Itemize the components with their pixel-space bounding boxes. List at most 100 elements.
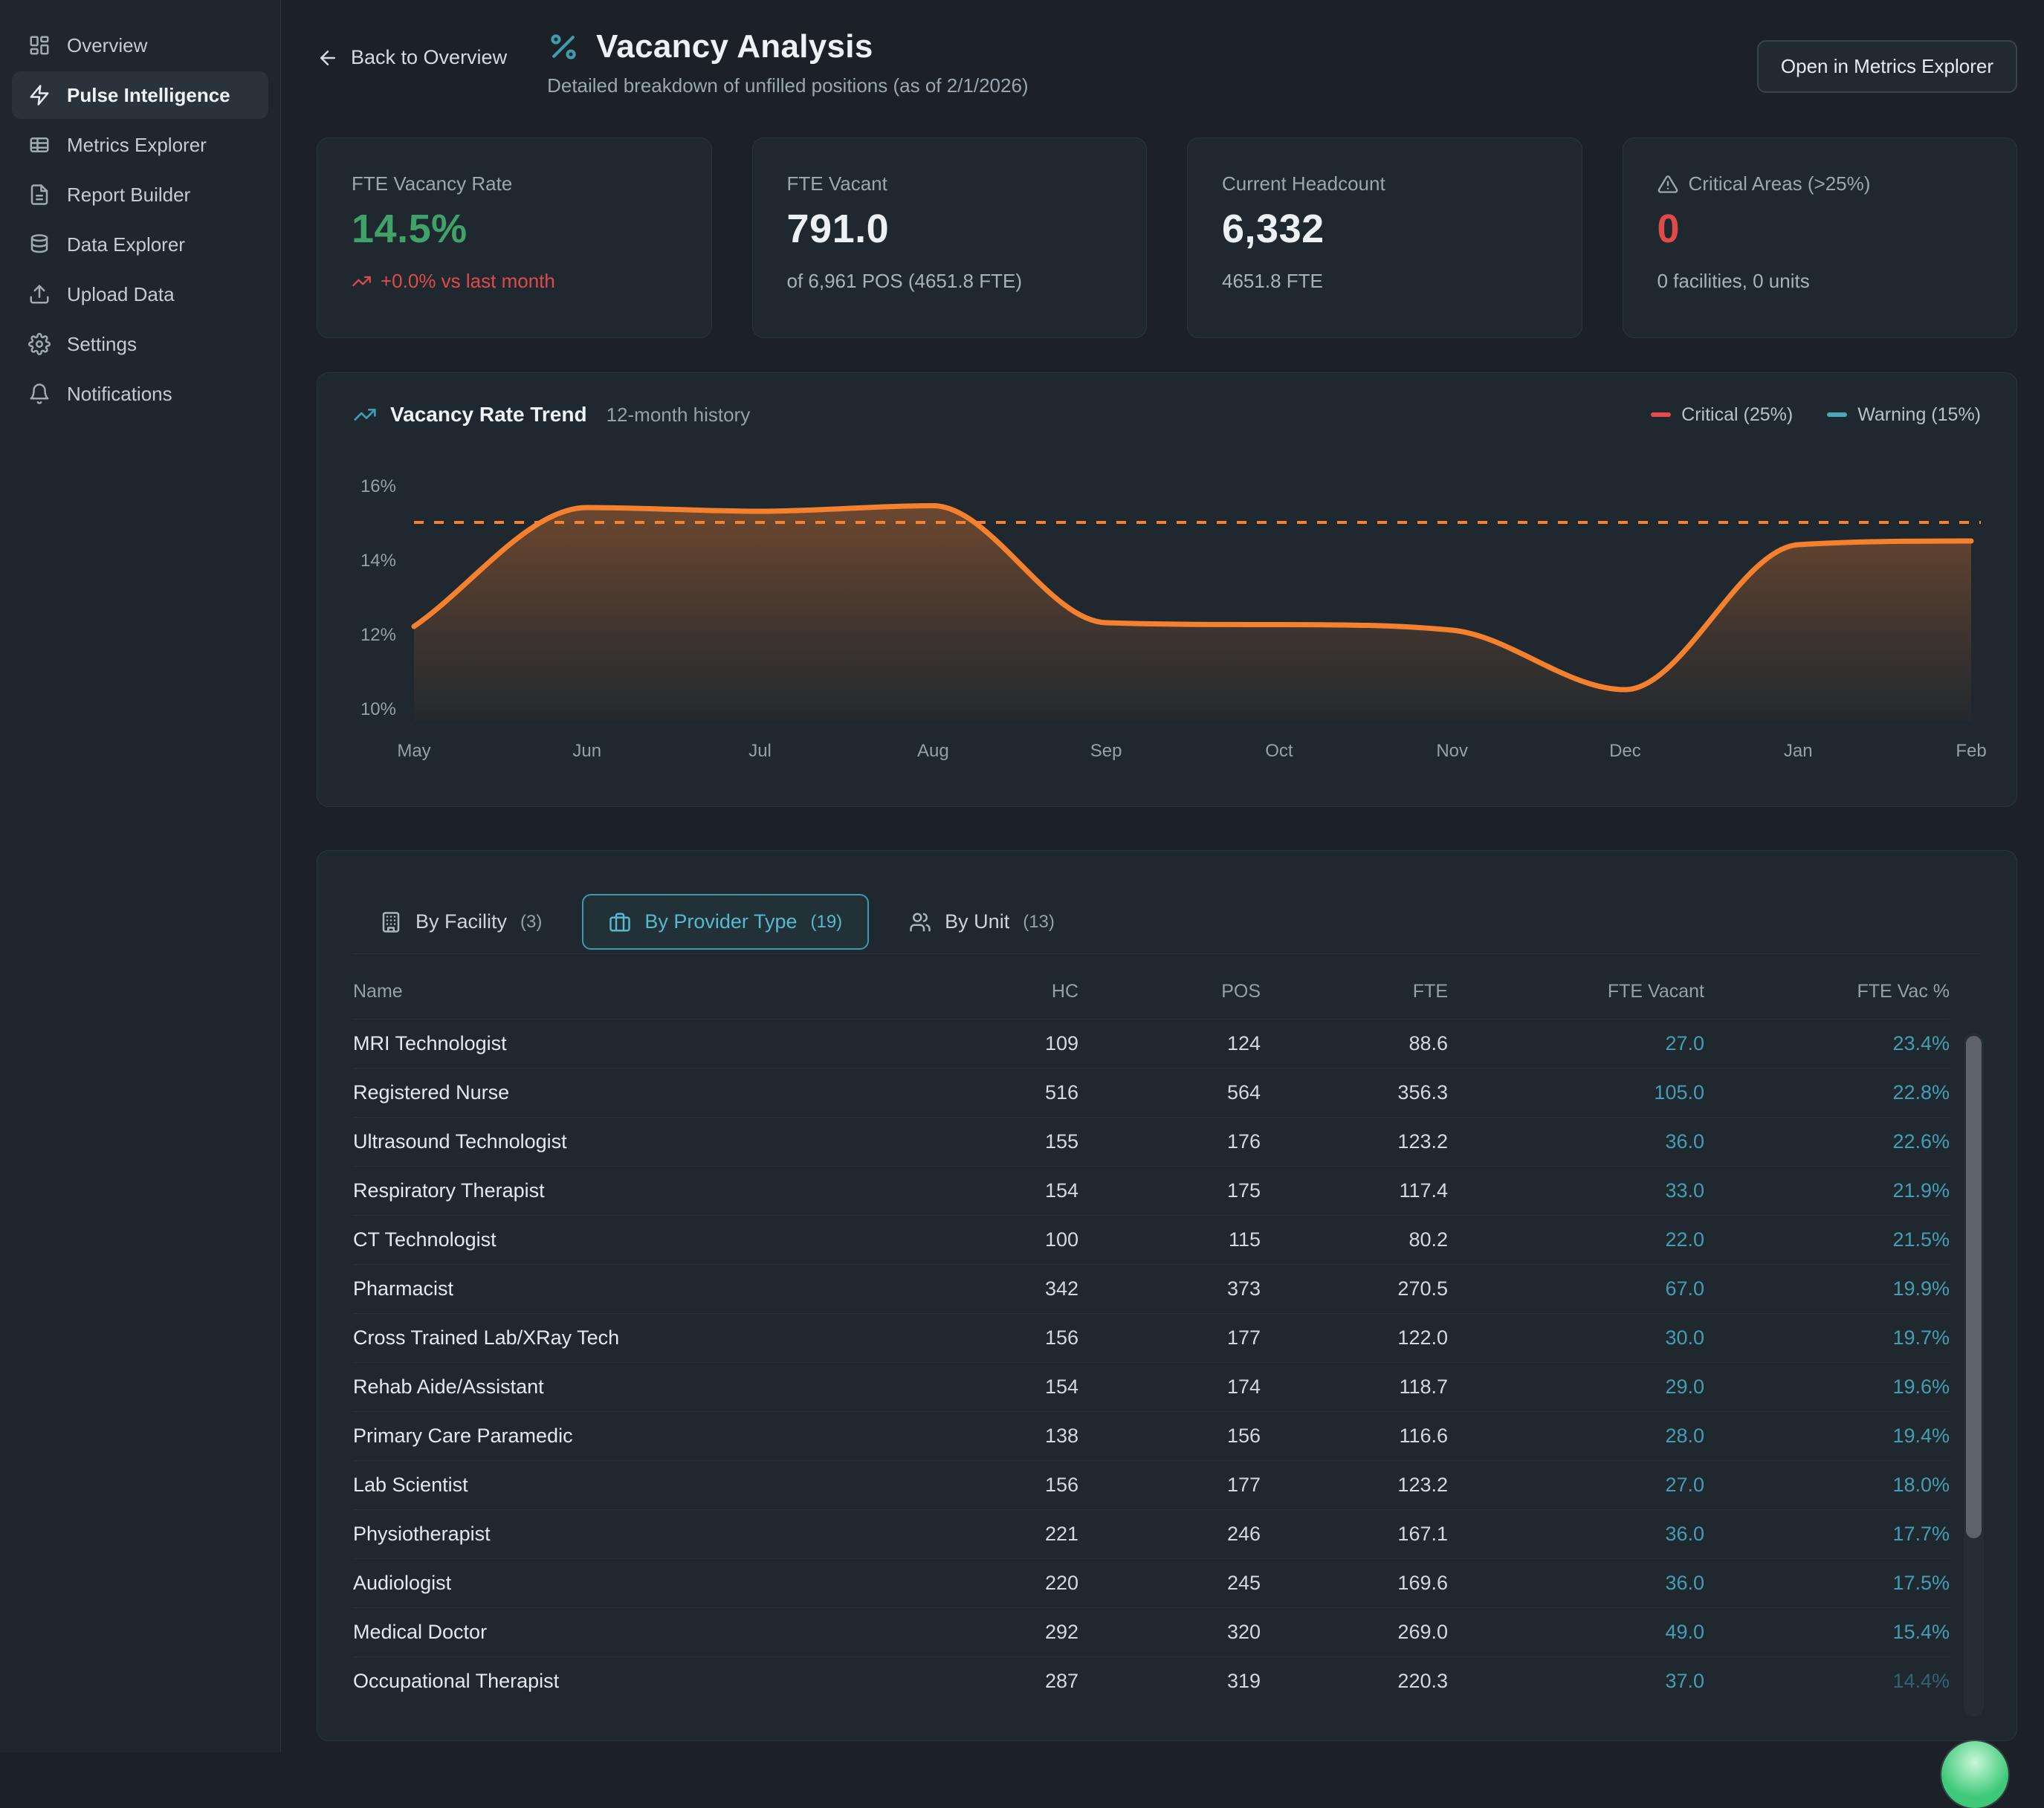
cell-name: Registered Nurse bbox=[353, 1069, 893, 1118]
column-header-name[interactable]: Name bbox=[353, 960, 893, 1020]
cell-name: Occupational Therapist bbox=[353, 1657, 893, 1706]
sidebar-item-report-builder[interactable]: Report Builder bbox=[12, 171, 268, 218]
cell-fte-vac-pct: 17.5% bbox=[1704, 1559, 1950, 1608]
cell-name: Cross Trained Lab/XRay Tech bbox=[353, 1314, 893, 1363]
x-axis-label: Jan bbox=[1784, 741, 1813, 761]
cell-pos: 115 bbox=[1078, 1216, 1261, 1265]
x-axis-label: Feb bbox=[1956, 741, 1986, 761]
cell-hc: 100 bbox=[893, 1216, 1078, 1265]
sidebar-item-metrics-explorer[interactable]: Metrics Explorer bbox=[12, 121, 268, 169]
gear-icon bbox=[28, 333, 51, 355]
kpi-subtext: of 6,961 POS (4651.8 FTE) bbox=[787, 270, 1113, 293]
cell-name: Pharmacist bbox=[353, 1265, 893, 1314]
cell-fte-vac-pct: 17.7% bbox=[1704, 1510, 1950, 1559]
kpi-label: Current Headcount bbox=[1222, 172, 1547, 195]
cell-fte-vac-pct: 19.9% bbox=[1704, 1265, 1950, 1314]
table-row[interactable]: Occupational Therapist 287 319 220.3 37.… bbox=[353, 1657, 1950, 1706]
table-row[interactable]: Respiratory Therapist 154 175 117.4 33.0… bbox=[353, 1167, 1950, 1216]
table-row[interactable]: Ultrasound Technologist 155 176 123.2 36… bbox=[353, 1118, 1950, 1167]
cell-hc: 154 bbox=[893, 1363, 1078, 1412]
cell-hc: 156 bbox=[893, 1314, 1078, 1363]
kpi-value: 791.0 bbox=[787, 206, 1113, 252]
kpi-label: Critical Areas (>25%) bbox=[1657, 172, 1983, 195]
cell-pos: 373 bbox=[1078, 1265, 1261, 1314]
sidebar-item-upload-data[interactable]: Upload Data bbox=[12, 270, 268, 318]
cell-fte: 167.1 bbox=[1261, 1510, 1448, 1559]
column-header-fte-vac[interactable]: FTE Vac % bbox=[1704, 960, 1950, 1020]
kpi-card-critical-areas-25: Critical Areas (>25%) 0 0 facilities, 0 … bbox=[1623, 137, 2018, 338]
column-header-pos[interactable]: POS bbox=[1078, 960, 1261, 1020]
cell-name: Ultrasound Technologist bbox=[353, 1118, 893, 1167]
cell-name: Primary Care Paramedic bbox=[353, 1412, 893, 1461]
tab-by-facility[interactable]: By Facility (3) bbox=[353, 894, 569, 950]
cell-fte-vacant: 67.0 bbox=[1448, 1265, 1704, 1314]
cell-fte-vacant: 49.0 bbox=[1448, 1608, 1704, 1657]
cell-fte-vacant: 28.0 bbox=[1448, 1412, 1704, 1461]
sidebar-item-notifications[interactable]: Notifications bbox=[12, 370, 268, 418]
column-header-hc[interactable]: HC bbox=[893, 960, 1078, 1020]
sidebar-item-data-explorer[interactable]: Data Explorer bbox=[12, 221, 268, 268]
cell-name: Rehab Aide/Assistant bbox=[353, 1363, 893, 1412]
cell-fte-vac-pct: 19.7% bbox=[1704, 1314, 1950, 1363]
table-row[interactable]: Registered Nurse 516 564 356.3 105.0 22.… bbox=[353, 1069, 1950, 1118]
zap-icon bbox=[28, 84, 51, 106]
y-axis-tick: 14% bbox=[360, 551, 396, 571]
trending-up-icon bbox=[353, 403, 377, 427]
table-row[interactable]: Rehab Aide/Assistant 154 174 118.7 29.0 … bbox=[353, 1363, 1950, 1412]
sidebar-item-label: Pulse Intelligence bbox=[67, 84, 230, 107]
sidebar-item-label: Notifications bbox=[67, 383, 172, 406]
table-row[interactable]: Audiologist 220 245 169.6 36.0 17.5% bbox=[353, 1559, 1950, 1608]
sidebar-nav: Overview Pulse Intelligence Metrics Expl… bbox=[0, 22, 280, 418]
cell-hc: 154 bbox=[893, 1167, 1078, 1216]
cell-fte-vac-pct: 19.4% bbox=[1704, 1412, 1950, 1461]
column-header-fte-vacant[interactable]: FTE Vacant bbox=[1448, 960, 1704, 1020]
scrollbar-thumb[interactable] bbox=[1966, 1036, 1982, 1538]
database-icon bbox=[28, 233, 51, 256]
cell-pos: 564 bbox=[1078, 1069, 1261, 1118]
kpi-value: 0 bbox=[1657, 206, 1983, 252]
table-row[interactable]: Physiotherapist 221 246 167.1 36.0 17.7% bbox=[353, 1510, 1950, 1559]
cell-fte-vacant: 36.0 bbox=[1448, 1510, 1704, 1559]
table-scrollbar[interactable] bbox=[1964, 1033, 1984, 1717]
table-icon bbox=[28, 134, 51, 156]
cell-name: Lab Scientist bbox=[353, 1461, 893, 1510]
users-icon bbox=[909, 911, 931, 933]
sidebar-item-overview[interactable]: Overview bbox=[12, 22, 268, 69]
chart-legend: Critical (25%) Warning (15%) bbox=[1651, 404, 1981, 426]
tab-label: By Provider Type bbox=[644, 910, 797, 933]
x-axis-label: Jul bbox=[748, 741, 772, 761]
sidebar-item-pulse-intelligence[interactable]: Pulse Intelligence bbox=[12, 71, 268, 119]
cell-pos: 320 bbox=[1078, 1608, 1261, 1657]
cell-fte-vacant: 22.0 bbox=[1448, 1216, 1704, 1265]
x-axis-label: Nov bbox=[1436, 741, 1468, 761]
table-row[interactable]: Primary Care Paramedic 138 156 116.6 28.… bbox=[353, 1412, 1950, 1461]
table-row[interactable]: Lab Scientist 156 177 123.2 27.0 18.0% bbox=[353, 1461, 1950, 1510]
table-row[interactable]: Cross Trained Lab/XRay Tech 156 177 122.… bbox=[353, 1314, 1950, 1363]
cell-pos: 175 bbox=[1078, 1167, 1261, 1216]
cell-fte-vac-pct: 21.5% bbox=[1704, 1216, 1950, 1265]
arrow-left-icon bbox=[317, 47, 339, 69]
tab-by-unit[interactable]: By Unit (13) bbox=[882, 894, 1081, 950]
cell-fte-vac-pct: 14.4% bbox=[1704, 1657, 1950, 1706]
kpi-subtext: 4651.8 FTE bbox=[1222, 270, 1547, 293]
column-header-fte[interactable]: FTE bbox=[1261, 960, 1448, 1020]
table-row[interactable]: CT Technologist 100 115 80.2 22.0 21.5% bbox=[353, 1216, 1950, 1265]
chat-fab-button[interactable] bbox=[1941, 1741, 2008, 1808]
cell-name: Physiotherapist bbox=[353, 1510, 893, 1559]
cell-fte: 356.3 bbox=[1261, 1069, 1448, 1118]
cell-fte: 122.0 bbox=[1261, 1314, 1448, 1363]
x-axis-label: Aug bbox=[917, 741, 949, 761]
cell-name: MRI Technologist bbox=[353, 1020, 893, 1069]
table-row[interactable]: MRI Technologist 109 124 88.6 27.0 23.4% bbox=[353, 1020, 1950, 1069]
legend-swatch bbox=[1827, 412, 1847, 417]
x-axis-label: Oct bbox=[1265, 741, 1293, 761]
table-row[interactable]: Medical Doctor 292 320 269.0 49.0 15.4% bbox=[353, 1608, 1950, 1657]
kpi-card-fte-vacancy-rate: FTE Vacancy Rate 14.5% +0.0% vs last mon… bbox=[317, 137, 712, 338]
tab-by-provider-type[interactable]: By Provider Type (19) bbox=[582, 894, 869, 950]
trend-area-fill bbox=[414, 506, 1971, 722]
cell-fte-vacant: 36.0 bbox=[1448, 1118, 1704, 1167]
sidebar-item-settings[interactable]: Settings bbox=[12, 320, 268, 368]
open-in-metrics-explorer-button[interactable]: Open in Metrics Explorer bbox=[1757, 40, 2017, 93]
back-to-overview-link[interactable]: Back to Overview bbox=[317, 46, 507, 69]
table-row[interactable]: Pharmacist 342 373 270.5 67.0 19.9% bbox=[353, 1265, 1950, 1314]
